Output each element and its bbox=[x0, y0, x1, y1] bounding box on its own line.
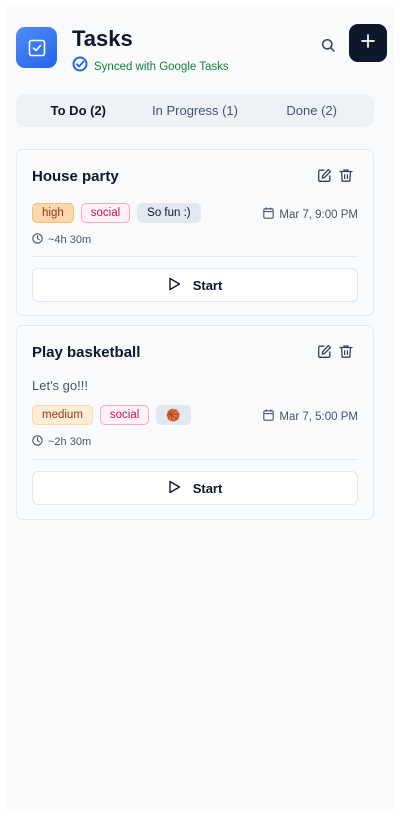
play-icon bbox=[168, 277, 181, 294]
tab-to-do[interactable]: To Do (2) bbox=[20, 97, 137, 124]
category-badge: social bbox=[80, 203, 131, 223]
start-label: Start bbox=[192, 277, 223, 293]
delete-task-button[interactable] bbox=[337, 345, 355, 363]
edit-task-button[interactable] bbox=[315, 168, 333, 188]
tab-in-progress[interactable]: In Progress (1) bbox=[137, 97, 254, 124]
task-duration-text: ~4h 30m bbox=[48, 234, 92, 246]
calendar-icon bbox=[263, 207, 275, 222]
delete-task-button[interactable] bbox=[337, 169, 355, 187]
clock-icon bbox=[32, 435, 43, 449]
category-badge: social bbox=[99, 405, 150, 425]
calendar-icon bbox=[263, 409, 275, 424]
edit-icon bbox=[317, 168, 332, 188]
task-date: Mar 7, 5:00 PM bbox=[263, 409, 358, 424]
divider bbox=[32, 459, 358, 460]
task-title: Play basketball bbox=[32, 344, 141, 361]
priority-badge: high bbox=[32, 203, 74, 223]
plus-icon bbox=[361, 33, 375, 53]
add-task-button[interactable] bbox=[349, 24, 387, 62]
task-duration-text: ~2h 30m bbox=[48, 436, 92, 448]
priority-badge: medium bbox=[32, 405, 93, 425]
search-button[interactable] bbox=[316, 36, 340, 60]
trash-icon bbox=[339, 344, 353, 364]
check-square-icon bbox=[16, 27, 57, 68]
task-tags: high social So fun :) bbox=[32, 203, 201, 223]
trash-icon bbox=[339, 168, 353, 188]
page-title: Tasks bbox=[72, 26, 133, 51]
task-date-text: Mar 7, 5:00 PM bbox=[279, 410, 358, 423]
sync-check-icon bbox=[72, 56, 88, 77]
divider bbox=[32, 256, 358, 257]
status-tabs: To Do (2) In Progress (1) Done (2) bbox=[16, 94, 374, 127]
start-task-button[interactable]: Start bbox=[32, 268, 358, 302]
tab-done[interactable]: Done (2) bbox=[253, 97, 370, 124]
task-duration: ~2h 30m bbox=[32, 435, 91, 449]
start-task-button[interactable]: Start bbox=[32, 471, 358, 505]
task-card: House party high social So fun :) Mar 7,… bbox=[16, 149, 374, 316]
clock-icon bbox=[32, 233, 43, 247]
basketball-tag: 🏀 bbox=[156, 405, 191, 425]
task-date: Mar 7, 9:00 PM bbox=[263, 207, 358, 222]
edit-task-button[interactable] bbox=[315, 344, 333, 364]
task-description: Let's go!!! bbox=[32, 378, 88, 393]
task-date-text: Mar 7, 9:00 PM bbox=[279, 208, 358, 221]
sync-status-text: Synced with Google Tasks bbox=[94, 60, 229, 73]
task-title: House party bbox=[32, 168, 119, 185]
task-duration: ~4h 30m bbox=[32, 233, 91, 247]
search-icon bbox=[321, 38, 336, 58]
sync-status: Synced with Google Tasks bbox=[72, 56, 229, 77]
task-card: Play basketball Let's go!!! medium socia… bbox=[16, 325, 374, 520]
tag-badge: So fun :) bbox=[137, 203, 201, 223]
play-icon bbox=[168, 480, 181, 497]
header: Tasks Synced with Google Tasks bbox=[16, 24, 387, 82]
task-tags: medium social 🏀 bbox=[32, 405, 191, 425]
start-label: Start bbox=[192, 480, 223, 496]
edit-icon bbox=[317, 344, 332, 364]
